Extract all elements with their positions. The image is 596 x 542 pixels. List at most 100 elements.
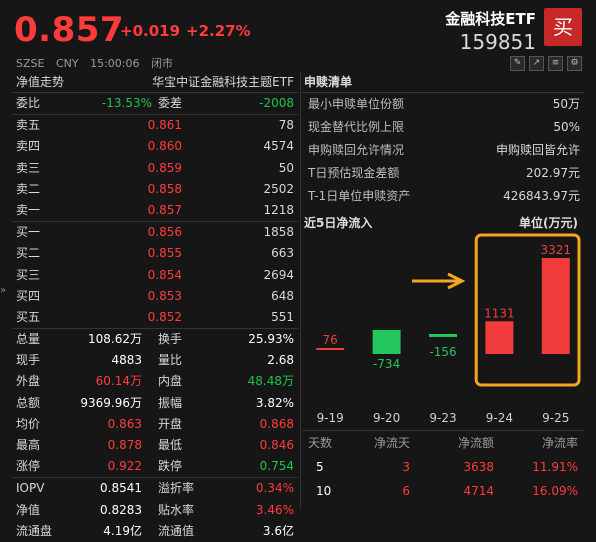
weibi-label: 委比 xyxy=(16,96,41,110)
ask-label: 卖五 xyxy=(16,118,41,133)
flow-stats-row: 5 3 3638 11.91% xyxy=(302,455,584,479)
stat-label: 最高 xyxy=(16,438,41,452)
subscription-key: T-1日单位申赎资产 xyxy=(308,189,411,203)
ask-row[interactable]: 卖五 0.861 78 xyxy=(12,115,298,136)
chart-x-label: 9-24 xyxy=(486,411,513,425)
stat-value: 0.878 xyxy=(107,438,142,452)
stat-label: 总量 xyxy=(16,332,41,347)
bid-label: 买三 xyxy=(16,267,41,282)
flow-stats-header-cell: 净流额 xyxy=(457,436,494,450)
bid-volume: 1858 xyxy=(263,225,294,240)
chart-x-label: 9-25 xyxy=(542,411,569,425)
subscription-row: 现金替代比例上限 50% xyxy=(302,116,584,139)
stat-value: 3.46% xyxy=(255,502,294,517)
chart-bar xyxy=(485,321,514,354)
stat-value: 48.48万 xyxy=(247,374,294,389)
fund-code: 159851 xyxy=(459,30,536,54)
buy-button[interactable]: 买 xyxy=(544,8,582,46)
stat-label: 开盘 xyxy=(158,416,183,431)
stat-label: 净值 xyxy=(16,502,41,517)
flow-unit: 单位(万元) xyxy=(519,216,578,230)
ask-row[interactable]: 卖一 0.857 1218 xyxy=(12,200,298,221)
ask-price: 0.860 xyxy=(147,139,182,154)
ask-volume: 50 xyxy=(278,160,294,175)
subscription-key: 现金替代比例上限 xyxy=(308,120,405,134)
stat-value: 0.754 xyxy=(259,459,294,474)
flow-stats-header-cell: 净流率 xyxy=(541,436,578,450)
highlight-arrow-icon xyxy=(412,272,466,290)
market-status: 闭市 xyxy=(151,57,173,70)
expand-side-icon[interactable]: » xyxy=(0,285,10,296)
stat-value: 25.93% xyxy=(248,332,294,347)
ask-volume: 4574 xyxy=(263,139,294,154)
asks-list: 卖五 0.861 78 卖四 0.860 4574 卖三 0.859 50 卖二 0.858 2502… xyxy=(12,115,298,221)
iopv-stats: IOPV 0.8541 溢折率 0.34% 净值 0.8283 贴水率 3.46% 流通盘 4.1… xyxy=(12,478,298,542)
price-change-pct: +2.27% xyxy=(186,22,251,40)
settings-icon[interactable]: ⚙ xyxy=(567,56,582,71)
ask-price: 0.857 xyxy=(147,202,182,217)
ask-price: 0.858 xyxy=(147,181,182,196)
flow-stats-cell: 16.09% xyxy=(532,484,578,498)
chart-bar xyxy=(541,258,570,354)
flow-stats-cell: 11.91% xyxy=(532,460,578,474)
flow-title: 近5日净流入 xyxy=(304,216,373,230)
chart-value-label: 1131 xyxy=(484,306,515,320)
header-tools: ✎ ↗ ≡ ⚙ xyxy=(510,56,582,71)
ask-price: 0.861 xyxy=(147,118,182,133)
menu-icon[interactable]: ≡ xyxy=(548,56,563,71)
bids-list: 买一 0.856 1858 买二 0.855 663 买三 0.854 2694 买四 0.853 6… xyxy=(12,222,298,328)
stat-label: 总额 xyxy=(16,395,41,410)
ask-row[interactable]: 卖三 0.859 50 xyxy=(12,158,298,179)
ask-row[interactable]: 卖二 0.858 2502 xyxy=(12,179,298,200)
stat-value: 0.863 xyxy=(107,416,142,431)
stat-label: IOPV xyxy=(16,481,45,496)
stat-label: 外盘 xyxy=(16,374,41,389)
bid-price: 0.855 xyxy=(147,246,182,261)
chart-value-label: 76 xyxy=(323,333,338,347)
chart-x-label: 9-19 xyxy=(317,411,344,425)
ask-row[interactable]: 卖四 0.860 4574 xyxy=(12,136,298,157)
chart-x-label: 9-20 xyxy=(373,411,400,425)
chart-x-label: 9-23 xyxy=(429,411,456,425)
stat-label: 换手 xyxy=(158,332,183,347)
stat-label: 流通盘 xyxy=(16,523,53,538)
trade-stats: 总量 108.62万 换手 25.93% 现手 4883 量比 2.68 外盘 60.14万 内盘 4… xyxy=(12,329,298,477)
stat-row: 均价 0.863 开盘 0.868 xyxy=(12,414,298,435)
bid-row[interactable]: 买一 0.856 1858 xyxy=(12,222,298,243)
stat-label: 贴水率 xyxy=(158,502,195,517)
stat-row: 总额 9369.96万 振幅 3.82% xyxy=(12,393,298,414)
link-icon[interactable]: ↗ xyxy=(529,56,544,71)
edit-icon[interactable]: ✎ xyxy=(510,56,525,71)
bid-row[interactable]: 买四 0.853 648 xyxy=(12,286,298,307)
subscription-value: 50% xyxy=(553,120,580,134)
bid-volume: 551 xyxy=(271,309,294,324)
last-price: 0.857 xyxy=(14,10,125,50)
subscription-value: 202.97元 xyxy=(526,166,580,180)
weibi-value: -13.53% xyxy=(101,96,152,110)
weibi-row: 委比 -13.53% 委差 -2008 xyxy=(12,93,298,116)
bid-row[interactable]: 买二 0.855 663 xyxy=(12,243,298,264)
bid-price: 0.853 xyxy=(147,288,182,303)
subscription-row: 申购赎回允许情况 申购赎回皆允许 xyxy=(302,139,584,162)
flow-stats-header: 天数 净流天 净流额 净流率 xyxy=(302,431,584,455)
bid-label: 买五 xyxy=(16,309,41,324)
stat-label: 均价 xyxy=(16,416,41,431)
flow-stats-cell: 5 xyxy=(316,460,324,474)
stat-label: 涨停 xyxy=(16,459,41,474)
stat-value: 3.6亿 xyxy=(262,523,294,538)
ask-price: 0.859 xyxy=(147,160,182,175)
stat-row: 现手 4883 量比 2.68 xyxy=(12,350,298,371)
stat-label: 现手 xyxy=(16,353,41,368)
flow-header: 近5日净流入 单位(万元) xyxy=(302,212,584,232)
flow-stats-header-cell: 净流天 xyxy=(373,436,410,450)
bid-volume: 663 xyxy=(271,246,294,261)
flow-stats-table: 天数 净流天 净流额 净流率 5 3 3638 11.91% 10 6 4714 16.09% xyxy=(302,430,584,503)
stat-value: 2.68 xyxy=(267,353,294,368)
bid-row[interactable]: 买五 0.852 551 xyxy=(12,307,298,328)
subscription-row: 最小申赎单位份额 50万 xyxy=(302,93,584,116)
bid-row[interactable]: 买三 0.854 2694 xyxy=(12,265,298,286)
stat-value: 0.8283 xyxy=(100,502,142,517)
stat-label: 最低 xyxy=(158,438,183,452)
nav-trend-tab[interactable]: 净值走势 xyxy=(16,72,64,92)
stat-label: 溢折率 xyxy=(158,481,195,496)
